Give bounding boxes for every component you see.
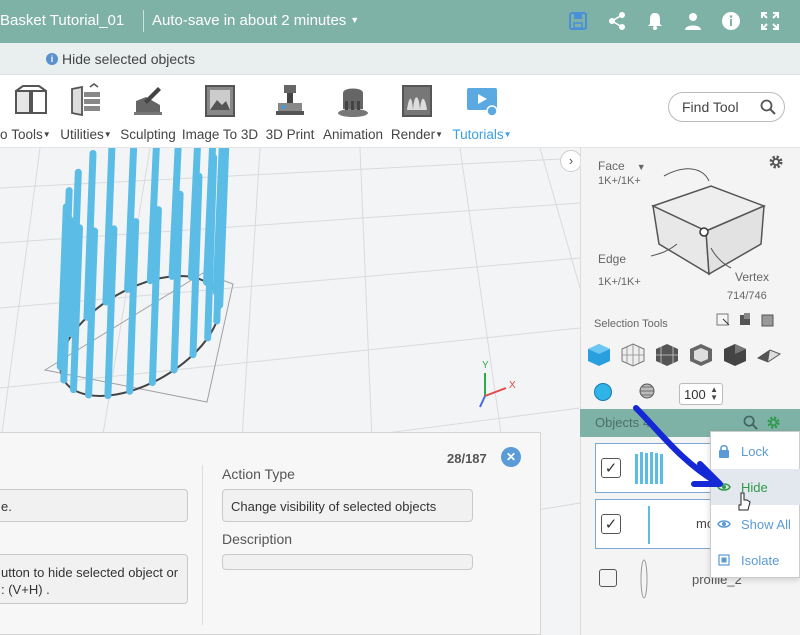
tooltip-text: Hide selected objects — [62, 51, 196, 67]
toolbar-item-sculpting[interactable]: Sculpting — [118, 75, 178, 148]
vertex-count: 714/746 — [727, 290, 767, 302]
plane-select-icon[interactable] — [756, 342, 782, 368]
mesh-cube-icon[interactable] — [654, 342, 680, 368]
svg-text:Y: Y — [482, 360, 489, 371]
step-counter: 28/187 — [447, 451, 487, 466]
square-icon — [718, 554, 730, 566]
visibility-checkbox[interactable]: ✓ — [601, 458, 621, 478]
toolbar-item-3d-print[interactable]: 3D Print — [262, 75, 318, 148]
printer-icon — [276, 85, 304, 115]
solid-cube-icon[interactable] — [688, 342, 714, 368]
action-type-value: Change visibility of selected objects — [222, 489, 473, 522]
basket-rods[interactable] — [56, 148, 230, 400]
toolbar-item-tools[interactable]: Tools▼ — [8, 75, 54, 148]
menu-item-lock[interactable]: Lock — [711, 433, 800, 469]
cube-select-icon[interactable] — [586, 342, 612, 368]
menu-item-isolate[interactable]: Isolate — [711, 542, 800, 578]
collapse-panel-button[interactable]: › — [560, 150, 580, 172]
grid-cube-icon[interactable] — [620, 342, 646, 368]
document-title[interactable]: Basket Tutorial_01 — [0, 12, 124, 29]
render-icon — [402, 85, 432, 117]
search-icon[interactable] — [743, 415, 758, 430]
main-toolbar: o Tools▼ Utilities▼ Sculpting Image To 3… — [0, 75, 800, 148]
chevron-down-icon: ▼ — [103, 130, 112, 139]
brush-size-stepper[interactable]: 100 ▲ ▼ — [679, 383, 723, 405]
tutorial-panel: 28/187 ✕ e. utton to hide selected objec… — [0, 432, 541, 635]
edge-label: Edge — [598, 252, 627, 266]
toolbar-item-utilities[interactable]: Utilities▼ — [56, 75, 116, 148]
eye-icon — [717, 520, 731, 528]
sphere-brush-icon[interactable] — [639, 383, 655, 399]
selection-tools-title: Selection Tools — [594, 318, 668, 330]
toolbar-item-render[interactable]: Render▼ — [388, 75, 446, 148]
chevron-down-icon: ▼ — [435, 130, 444, 139]
search-icon — [760, 99, 776, 115]
share-icon[interactable] — [605, 9, 629, 33]
title-divider — [143, 10, 144, 32]
eye-icon — [717, 483, 731, 491]
bell-icon[interactable] — [643, 9, 667, 33]
view-cube[interactable] — [631, 156, 781, 286]
axis-gizmo: Y X — [479, 360, 516, 408]
panel-divider — [202, 465, 203, 625]
fullscreen-icon[interactable] — [758, 9, 782, 33]
tutorial-field-b: utton to hide selected object or : (V+H)… — [0, 554, 188, 604]
dark-cube-icon[interactable] — [722, 342, 748, 368]
chevron-down-icon: ▼ — [350, 15, 360, 25]
menu-item-show-all[interactable]: Show All — [711, 506, 800, 542]
toolbar-item-partial[interactable]: o — [0, 75, 8, 148]
info-icon[interactable] — [719, 9, 743, 33]
gear-icon[interactable] — [766, 415, 781, 430]
utilities-icon — [71, 83, 100, 117]
tutorials-icon — [467, 88, 498, 117]
image-icon — [205, 85, 235, 117]
svg-text:X: X — [509, 380, 516, 391]
save-icon[interactable] — [566, 9, 590, 33]
description-field — [222, 554, 473, 570]
object-thumbnail — [648, 506, 650, 544]
toolbar-item-image-to-3d[interactable]: Image To 3D — [180, 75, 260, 148]
stepper-arrows-icon: ▲ ▼ — [710, 385, 718, 402]
chevron-down-icon: ▼ — [42, 130, 51, 139]
action-type-label: Action Type — [222, 466, 295, 482]
lock-icon — [719, 444, 729, 458]
tools-icon — [15, 85, 47, 114]
object-row-mo[interactable]: ✓ mo — [595, 499, 725, 549]
visibility-checkbox[interactable] — [599, 569, 617, 587]
toolbar-item-tutorials[interactable]: Tutorials▼ — [448, 75, 516, 148]
toolbar-item-animation[interactable]: Animation — [320, 75, 386, 148]
title-bar: Basket Tutorial_01 Auto-save in about 2 … — [0, 0, 800, 43]
objects-title: Objects — [595, 415, 640, 430]
close-icon[interactable]: ✕ — [501, 447, 521, 467]
object-thumbnail — [640, 559, 648, 599]
selection-mode-icons[interactable] — [716, 312, 776, 328]
brush-color-swatch[interactable] — [594, 383, 612, 401]
action-tooltip: i Hide selected objects — [0, 43, 800, 75]
find-tool-search[interactable]: Find Tool — [668, 92, 785, 122]
chevron-down-icon: ▼ — [503, 130, 512, 139]
info-icon: i — [46, 53, 58, 65]
animation-icon — [338, 88, 368, 117]
autosave-status[interactable]: Auto-save in about 2 minutes ▼ — [152, 12, 359, 29]
menu-item-hide[interactable]: Hide — [711, 469, 800, 505]
sculpting-icon — [134, 87, 162, 115]
object-row-basket[interactable]: ✓ — [595, 443, 725, 493]
tutorial-field-a: e. — [0, 489, 188, 522]
object-thumbnail — [635, 452, 663, 484]
description-label: Description — [222, 531, 293, 547]
object-context-menu: Lock Hide Show All Isolate — [710, 431, 800, 578]
user-icon[interactable] — [681, 9, 705, 33]
visibility-checkbox[interactable]: ✓ — [601, 514, 621, 534]
